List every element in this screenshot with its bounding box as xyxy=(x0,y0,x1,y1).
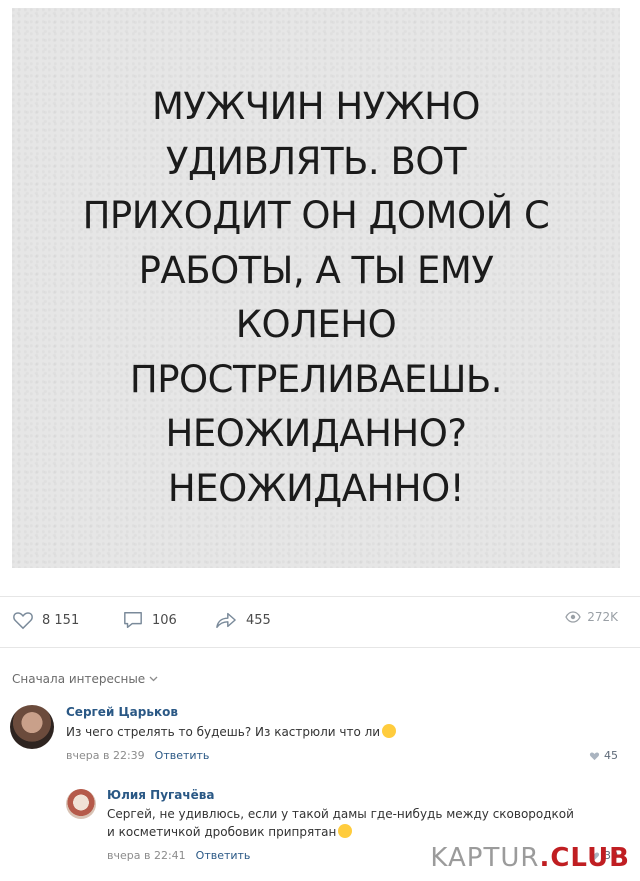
eye-icon xyxy=(565,611,581,623)
laughing-emoji-icon xyxy=(382,724,397,738)
watermark-logo: KAPTUR .CLUB xyxy=(430,843,630,873)
comment-time[interactable]: вчера в 22:39 xyxy=(66,749,145,762)
poster-line: НЕОЖИДАННО! xyxy=(167,466,465,510)
avatar[interactable] xyxy=(66,789,96,819)
comment-time[interactable]: вчера в 22:41 xyxy=(107,849,186,862)
poster-line: УДИВЛЯТЬ. ВОТ xyxy=(165,139,467,183)
comment-author[interactable]: Юлия Пугачёва xyxy=(107,788,214,802)
comment-meta: вчера в 22:39 Ответить xyxy=(66,749,209,762)
chevron-down-icon xyxy=(149,676,158,682)
watermark-part2: .CLUB xyxy=(539,843,630,873)
comment-icon xyxy=(124,612,142,628)
post-image[interactable]: МУЖЧИН НУЖНО УДИВЛЯТЬ. ВОТ ПРИХОДИТ ОН Д… xyxy=(12,8,620,568)
comment-button[interactable]: 106 xyxy=(122,610,177,630)
poster-line: ПРОСТРЕЛИВАЕШЬ. xyxy=(129,357,503,401)
comment-like-count: 45 xyxy=(604,749,618,762)
comment-text: Сергей, не удивлюсь, если у такой дамы г… xyxy=(107,805,577,841)
comments-sort-dropdown[interactable]: Сначала интересные xyxy=(12,672,158,686)
smile-emoji-icon xyxy=(338,824,353,838)
comment-text-body: Из чего стрелять то будешь? Из кастрюли … xyxy=(66,725,381,739)
reply-button[interactable]: Ответить xyxy=(155,749,210,762)
watermark-part1: KAPTUR xyxy=(430,843,540,873)
post-image-text: МУЖЧИН НУЖНО УДИВЛЯТЬ. ВОТ ПРИХОДИТ ОН Д… xyxy=(12,80,620,516)
share-count: 455 xyxy=(246,612,271,628)
poster-line: ПРИХОДИТ ОН ДОМОЙ С xyxy=(82,194,550,237)
views-count: 272K xyxy=(587,610,618,624)
post-actions-bar: 8 151 106 455 272K xyxy=(0,596,640,648)
like-button[interactable]: 8 151 xyxy=(12,610,79,630)
views-counter: 272K xyxy=(565,610,618,624)
comment-text: Из чего стрелять то будешь? Из кастрюли … xyxy=(66,723,397,741)
comment-author[interactable]: Сергей Царьков xyxy=(66,705,178,719)
share-icon xyxy=(216,612,236,628)
comment-like-button[interactable]: 45 xyxy=(589,749,618,762)
comment-meta: вчера в 22:41 Ответить xyxy=(107,849,250,862)
like-count: 8 151 xyxy=(42,612,80,628)
heart-icon xyxy=(13,612,33,630)
poster-line: МУЖЧИН НУЖНО xyxy=(151,85,481,128)
avatar[interactable] xyxy=(10,705,54,749)
heart-icon xyxy=(589,752,600,760)
sort-label: Сначала интересные xyxy=(12,672,146,686)
poster-line: РАБОТЫ, А ТЫ ЕМУ xyxy=(138,248,494,292)
poster-line: НЕОЖИДАННО? xyxy=(165,412,467,455)
comment-count: 106 xyxy=(152,612,177,628)
share-button[interactable]: 455 xyxy=(214,610,271,630)
reply-button[interactable]: Ответить xyxy=(196,849,251,862)
poster-line: КОЛЕНО xyxy=(235,303,397,346)
